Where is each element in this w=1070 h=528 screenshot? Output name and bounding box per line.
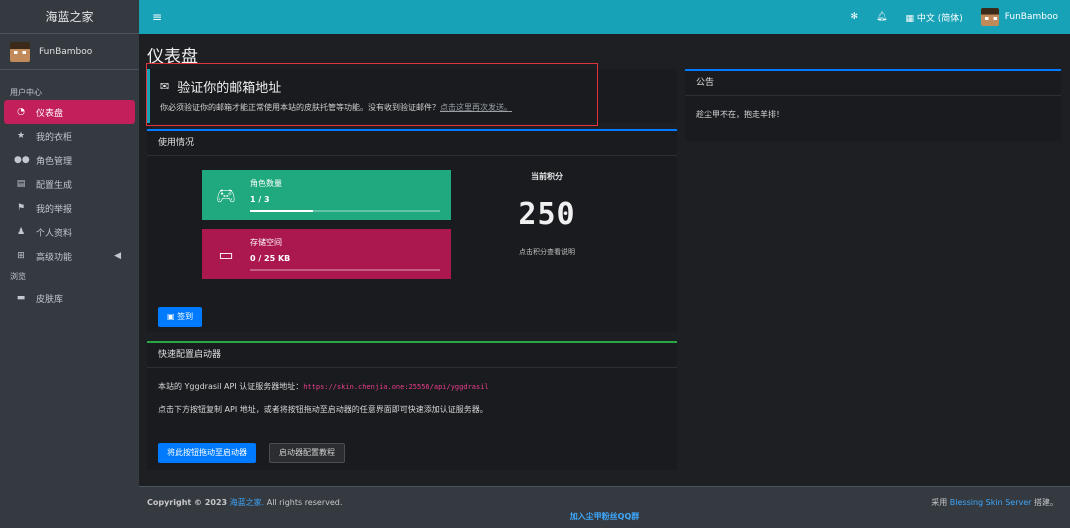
- sidebar-item-config[interactable]: ▤ 配置生成: [4, 172, 135, 196]
- roles-progress: [250, 210, 440, 212]
- avatar: [10, 41, 30, 62]
- calendar-icon: ▣: [167, 312, 178, 321]
- qq-group-link[interactable]: 加入尘甲粉丝QQ群: [139, 511, 1070, 522]
- copyright-prefix: Copyright © 2023: [147, 498, 228, 507]
- star-icon: ★: [16, 131, 26, 141]
- powered-suffix: 搭建。: [1034, 498, 1058, 507]
- sidebar-item-label: 个人资料: [36, 228, 73, 239]
- api-label: 本站的 Yggdrasil API 认证服务器地址：: [158, 382, 304, 391]
- api-url: https://skin.chenjia.one:25556/api/yggdr…: [303, 383, 489, 391]
- sidebar: 海蓝之家 FunBamboo 用户中心 ◔ 仪表盘 ★ 我的衣柜 ●● 角色管理…: [0, 0, 139, 528]
- user-panel[interactable]: FunBamboo: [0, 34, 139, 70]
- score-label: 当前积分: [531, 172, 563, 181]
- sidebar-item-label: 我的衣柜: [36, 132, 73, 143]
- file-icon: ▤: [16, 179, 26, 189]
- sidebar-item-label: 我的举报: [36, 204, 73, 215]
- usage-title: 使用情况: [147, 131, 677, 156]
- footer-powered: 采用 Blessing Skin Server 搭建。: [931, 497, 1058, 508]
- content-wrapper: 仪表盘 ✉ 验证你的邮箱地址 你必须验证你的邮箱才能正常使用本站的皮肤托管等功能…: [139, 34, 1070, 486]
- sidebar-item-label: 配置生成: [36, 180, 73, 191]
- quick-launcher-card: 快速配置启动器 本站的 Yggdrasil API 认证服务器地址：https:…: [147, 341, 677, 470]
- storage-label: 存储空间: [250, 238, 282, 247]
- sidebar-item-label: 皮肤库: [36, 294, 64, 305]
- storage-info-box: ▭ 存储空间 0 / 25 KB: [202, 229, 451, 279]
- gamepad-icon: 🎮︎: [215, 185, 237, 205]
- highlight-box: [146, 63, 598, 126]
- quick-hint: 点击下方按钮复制 API 地址，或者将按钮拖动至启动器的任意界面即可快速添加认证…: [158, 405, 488, 414]
- roles-info-box: 🎮︎ 角色数量 1 / 3: [202, 170, 451, 220]
- drag-to-launcher-button[interactable]: 将此按钮拖动至启动器: [158, 443, 256, 463]
- user-icon: ♟: [16, 227, 26, 237]
- quick-title: 快速配置启动器: [147, 343, 677, 368]
- roles-value: 1 / 3: [250, 195, 270, 204]
- hdd-icon: ▭: [218, 244, 234, 264]
- roles-progress-fill: [250, 210, 314, 212]
- nav-header-user: 用户中心: [10, 88, 42, 97]
- announcement-text: 趁尘甲不在，抱走羊排！: [696, 110, 784, 119]
- menu-toggle-icon[interactable]: ≡: [152, 10, 162, 24]
- brand-link[interactable]: 海蓝之家: [0, 0, 139, 34]
- launcher-tutorial-button[interactable]: 启动器配置教程: [269, 443, 345, 463]
- users-icon: ●●: [14, 155, 30, 165]
- language-selector[interactable]: ▦ 中文 (简体): [905, 11, 962, 24]
- score-value[interactable]: 250: [488, 197, 606, 232]
- top-right-menu: ✻ 🔔︎ ▦ 中文 (简体) FunBamboo: [850, 8, 1070, 26]
- footer: Copyright © 2023 海蓝之家. All rights reserv…: [139, 486, 1070, 528]
- sidebar-item-label: 仪表盘: [36, 108, 64, 119]
- sign-button-label: 签到: [177, 312, 194, 321]
- plugin-icon: ⊞: [17, 251, 25, 261]
- nav-header-browse: 浏览: [10, 272, 26, 281]
- sidebar-item-label: 高级功能: [36, 252, 73, 263]
- archive-icon: ▬: [16, 293, 26, 303]
- sidebar-item-closet[interactable]: ★ 我的衣柜: [4, 124, 135, 148]
- sidebar-item-profile[interactable]: ♟ 个人资料: [4, 220, 135, 244]
- score-hint: 点击积分查看说明: [519, 248, 575, 256]
- storage-value: 0 / 25 KB: [250, 254, 291, 263]
- sidebar-user-name: FunBamboo: [39, 46, 93, 57]
- user-menu[interactable]: FunBamboo: [980, 8, 1058, 26]
- rights-text: All rights reserved.: [266, 498, 343, 507]
- sidebar-item-advanced[interactable]: ⊞ 高级功能 ◀: [4, 244, 135, 268]
- sidebar-item-label: 角色管理: [36, 156, 73, 167]
- announcement-card: 公告 趁尘甲不在，抱走羊排！: [685, 69, 1061, 141]
- announcement-title: 公告: [685, 71, 1061, 96]
- powered-prefix: 采用: [931, 498, 948, 507]
- avatar: [980, 8, 999, 26]
- theme-toggle-icon[interactable]: ✻: [850, 12, 858, 22]
- usage-card: 使用情况 🎮︎ 角色数量 1 / 3 ▭ 存储空间 0 / 25 KB 当前积分…: [147, 129, 677, 332]
- sidebar-item-dashboard[interactable]: ◔ 仪表盘: [4, 100, 135, 124]
- roles-label: 角色数量: [250, 179, 282, 188]
- dashboard-icon: ◔: [17, 107, 25, 117]
- sign-button[interactable]: ▣ 签到: [158, 307, 203, 327]
- language-icon: ▦: [905, 13, 917, 24]
- footer-copyright: Copyright © 2023 海蓝之家. All rights reserv…: [147, 497, 342, 508]
- site-link[interactable]: 海蓝之家.: [230, 498, 265, 507]
- language-label: 中文 (简体): [916, 13, 963, 24]
- api-text: 本站的 Yggdrasil API 认证服务器地址：https://skin.c…: [158, 381, 489, 392]
- top-navbar: ≡ ✻ 🔔︎ ▦ 中文 (简体) FunBamboo: [139, 0, 1070, 34]
- sidebar-item-players[interactable]: ●● 角色管理: [4, 148, 135, 172]
- powered-link[interactable]: Blessing Skin Server: [950, 498, 1032, 507]
- top-user-name: FunBamboo: [1004, 12, 1058, 22]
- chevron-left-icon: ◀: [114, 251, 121, 261]
- sidebar-item-skinlib[interactable]: ▬ 皮肤库: [4, 286, 135, 310]
- bell-icon[interactable]: 🔔︎: [876, 12, 887, 22]
- storage-progress: [250, 269, 440, 271]
- flag-icon: ⚑: [16, 203, 26, 213]
- sidebar-item-reports[interactable]: ⚑ 我的举报: [4, 196, 135, 220]
